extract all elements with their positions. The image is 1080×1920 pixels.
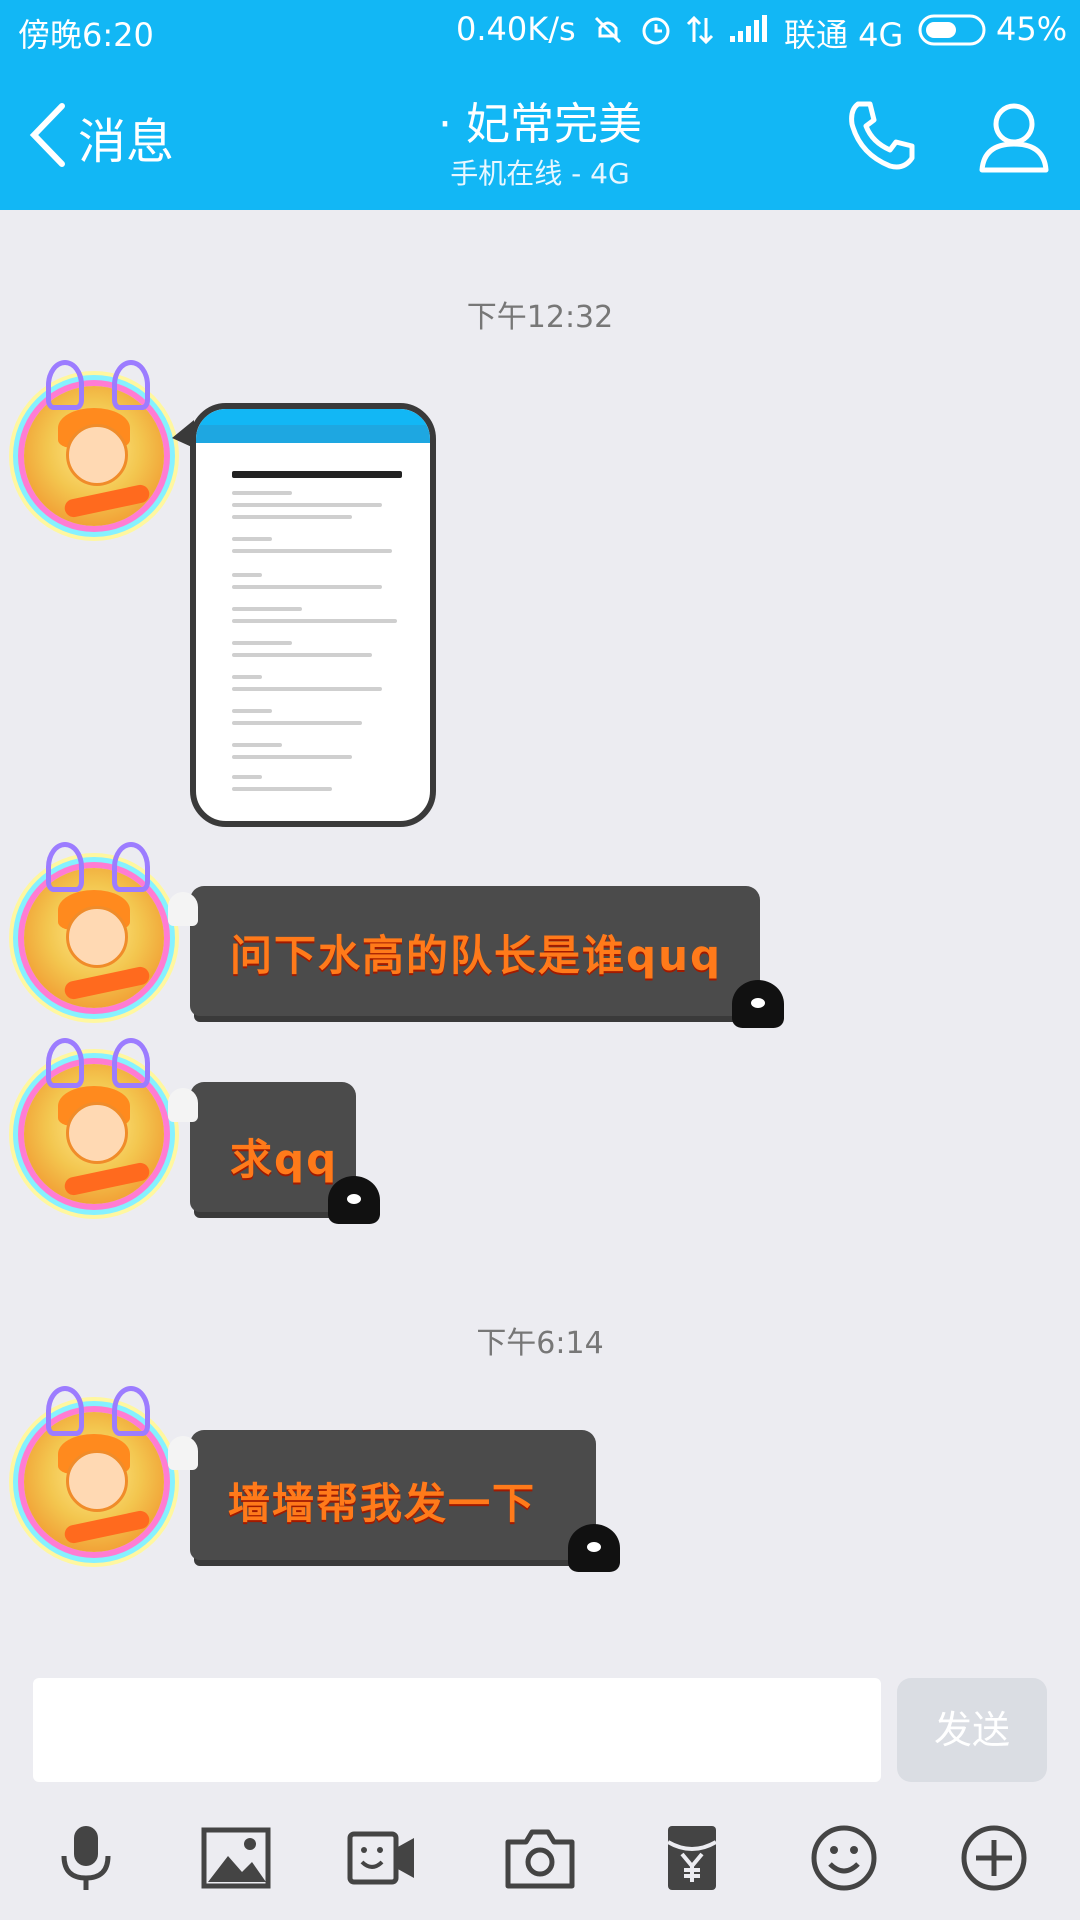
avatar[interactable] [24, 1038, 164, 1204]
monster-icon [328, 1176, 380, 1224]
timestamp: 下午6:14 [476, 1326, 604, 1361]
send-button[interactable]: 发送 [897, 1678, 1047, 1782]
message-text: 求qq [230, 1135, 339, 1184]
microphone-icon[interactable] [50, 1822, 122, 1894]
phone-call-icon[interactable] [844, 98, 920, 174]
status-carrier: 联通 4G [784, 16, 904, 54]
status-net-speed: 0.40K/s [456, 10, 576, 48]
status-battery: 45% [996, 10, 1068, 48]
message-text: 问下水高的队长是谁quq [230, 931, 723, 980]
ghost-icon [168, 892, 198, 926]
image-icon[interactable] [200, 1822, 272, 1894]
timestamp: 下午12:32 [466, 300, 614, 335]
battery-icon [918, 14, 986, 46]
data-transfer-icon [686, 15, 714, 45]
emoji-icon[interactable] [808, 1822, 880, 1894]
profile-icon[interactable] [976, 98, 1052, 174]
message-bubble[interactable]: 问下水高的队长是谁quq [168, 886, 784, 1028]
avatar[interactable] [24, 360, 164, 526]
ghost-icon [168, 1088, 198, 1122]
avatar[interactable] [24, 842, 164, 1008]
top-bar: 傍晚6:20 0.40K/s 联通 4G 45% 消息 · 妃常完美 手机在线 … [0, 0, 1080, 210]
message-text: 墙墙帮我发一下 [228, 1479, 537, 1528]
camera-icon[interactable] [504, 1822, 576, 1894]
video-call-icon[interactable] [346, 1822, 418, 1894]
signal-icon [730, 15, 767, 42]
alarm-icon [642, 17, 670, 45]
message-bubble[interactable]: 求qq [168, 1082, 380, 1224]
plus-icon[interactable] [958, 1822, 1030, 1894]
monster-icon [568, 1524, 620, 1572]
status-time: 傍晚6:20 [18, 16, 154, 54]
avatar[interactable] [24, 1386, 164, 1552]
ghost-icon [168, 1436, 198, 1470]
monster-icon [732, 980, 784, 1028]
red-packet-icon[interactable] [656, 1822, 728, 1894]
image-message[interactable] [190, 403, 436, 827]
message-bubble[interactable]: 墙墙帮我发一下 [168, 1430, 620, 1572]
message-input[interactable] [33, 1678, 881, 1782]
mute-icon [594, 16, 622, 44]
